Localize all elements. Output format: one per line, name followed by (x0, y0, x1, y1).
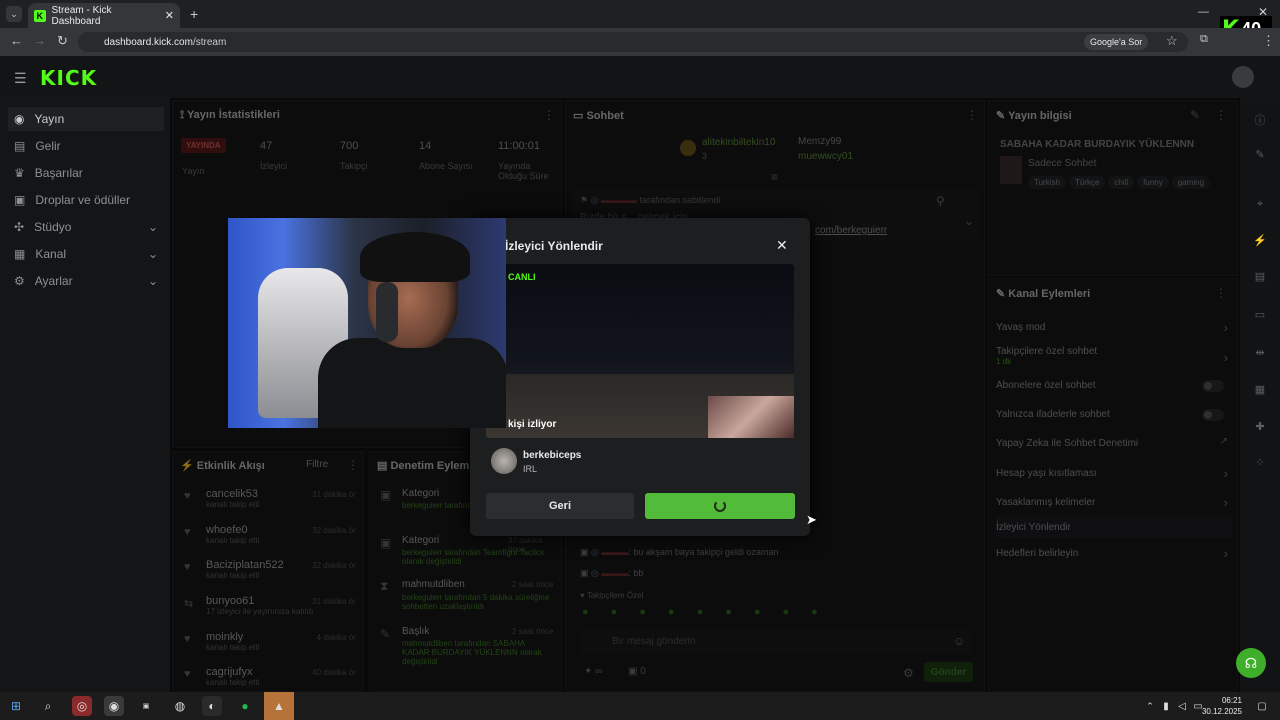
sidebar-item-drops[interactable]: ▣ Droplar ve ödüller (8, 188, 164, 212)
search-icon[interactable]: ⌕ (38, 696, 58, 716)
sidebar-item-label: Droplar ve ödüller (35, 193, 131, 207)
sidebar-item-label: Gelir (35, 139, 61, 153)
sidebar-item-label: Yayın (34, 112, 65, 126)
back-button-label: Geri (548, 500, 571, 512)
sidebar-item-channel[interactable]: ▦ Kanal ⌄ (8, 242, 164, 266)
app-icon[interactable]: ▣ (136, 696, 156, 716)
app-icon[interactable]: ◐ (202, 696, 222, 716)
sidebar-item-stream[interactable]: ◉ Yayın (8, 107, 164, 131)
spotify-icon[interactable]: ● (235, 696, 255, 716)
google-ask-button[interactable]: Google'a Sor (1084, 34, 1149, 50)
forward-arrow-icon[interactable]: → (33, 33, 46, 48)
info-icon[interactable]: ⓘ (1252, 112, 1268, 128)
studio-icon: ✣ (14, 220, 25, 234)
lightning-icon[interactable]: ⚡ (1252, 234, 1268, 250)
gear-icon: ⚙ (14, 274, 25, 288)
broadcast-icon: ◉ (14, 112, 25, 126)
chat-bubble-icon[interactable]: ▭ (1252, 308, 1268, 324)
back-arrow-icon[interactable]: ← (10, 33, 23, 48)
sidebar-item-label: Stüdyo (34, 220, 72, 234)
taskbar-clock[interactable]: 06:21 30.12.2025 (1200, 695, 1242, 717)
notification-icon[interactable]: ▢ (1252, 696, 1272, 716)
obs-icon[interactable]: ◍ (170, 696, 190, 716)
layout-icon[interactable]: ▦ (1252, 383, 1268, 399)
url-input[interactable]: dashboard.kick.com/stream (78, 32, 1188, 52)
minimize-button[interactable]: — (1198, 6, 1209, 18)
target-channel-name: berkebiceps (523, 450, 582, 461)
help-button[interactable]: ☊ (1236, 648, 1266, 678)
sidebar-item-settings[interactable]: ⚙ Ayarlar ⌄ (8, 269, 164, 293)
crosshair-icon[interactable]: ⌖ (1252, 198, 1268, 214)
split-icon[interactable]: ⇹ (1252, 346, 1268, 362)
browser-tab[interactable]: K Stream - Kick Dashboard ✕ (28, 3, 180, 28)
chevron-down-icon: ⌄ (147, 274, 158, 288)
webcam-overlay (228, 218, 506, 428)
browser-menu-icon[interactable]: ⋮ (1262, 33, 1275, 49)
url-path: /stream (192, 36, 227, 48)
active-app-icon[interactable]: ▲ (264, 692, 294, 720)
reload-icon[interactable]: ↻ (57, 33, 68, 49)
menu-icon[interactable]: ☰ (14, 70, 27, 87)
windows-start-icon[interactable]: ⊞ (6, 696, 26, 716)
close-icon[interactable]: ✕ (776, 237, 788, 254)
edit-icon[interactable]: ✎ (1252, 148, 1268, 164)
apps-icon[interactable]: ⁘ (1252, 456, 1268, 472)
extensions-icon[interactable]: ⧉ (1200, 33, 1208, 46)
avatar (491, 448, 517, 474)
back-button[interactable]: Geri (486, 493, 634, 519)
tab-list-button[interactable]: ⌄ (6, 6, 22, 22)
confirm-host-button[interactable] (645, 493, 795, 519)
modal-title: İzleyici Yönlendir (505, 239, 603, 253)
top-nav (0, 56, 1280, 98)
bookmark-star-icon[interactable]: ☆ (1166, 33, 1178, 49)
viewer-count-label: kişi izliyor (508, 419, 557, 430)
tab-title: Stream - Kick Dashboard (51, 4, 112, 27)
sidebar-item-studio[interactable]: ✣ Stüdyo ⌄ (8, 215, 164, 239)
person-body (318, 338, 506, 428)
clock-time: 06:21 (1221, 696, 1242, 705)
preview-facecam (708, 396, 794, 438)
gift-icon: ▣ (14, 193, 26, 207)
sidebar-item-revenue[interactable]: ▤ Gelir (8, 134, 164, 158)
sidebar-item-achievements[interactable]: ♛ Başarılar (8, 161, 164, 185)
url-host: dashboard.kick.com (104, 36, 193, 48)
taskbar: ⊞ ⌕ ◎ ◉ ▣ ◍ ◐ ● ▲ ⌃ ▮ ◁ ▭ ▢ (0, 692, 1280, 720)
user-avatar[interactable] (1232, 66, 1254, 88)
wrench-icon[interactable]: ✚ (1252, 420, 1268, 436)
mouse-cursor-icon: ➤ (806, 512, 817, 527)
sidebar-item-label: Kanal (35, 247, 67, 261)
loading-spinner-icon (714, 500, 726, 512)
app-icon[interactable]: ◎ (72, 696, 92, 716)
target-channel-category: IRL (523, 464, 538, 474)
kick-logo[interactable]: KICK (40, 66, 97, 90)
close-tab-icon[interactable]: ✕ (165, 9, 174, 22)
sidebar-item-label: Ayarlar (34, 274, 73, 288)
channel-icon: ▦ (14, 247, 26, 261)
sidebar-item-label: Başarılar (34, 166, 83, 180)
chevron-down-icon: ⌄ (147, 247, 158, 261)
right-icon-rail: ⓘ ✎ ⌖ ⚡ ▤ ▭ ⇹ ▦ ✚ ⁘ (1240, 98, 1280, 692)
wallet-icon: ▤ (14, 139, 26, 153)
list-icon[interactable]: ▤ (1252, 270, 1268, 286)
chevron-down-icon: ⌄ (147, 220, 158, 234)
live-tag: CANLI (508, 272, 536, 282)
chrome-icon[interactable]: ◉ (104, 696, 124, 716)
google-ask-label: Google'a Sor (1090, 37, 1143, 47)
clock-date: 30.12.2025 (1201, 707, 1242, 716)
kick-favicon-icon: K (34, 9, 46, 22)
headphones-icon (376, 282, 398, 342)
new-tab-button[interactable]: + (190, 6, 198, 22)
person-hair (360, 232, 470, 282)
trophy-icon: ♛ (14, 166, 25, 180)
